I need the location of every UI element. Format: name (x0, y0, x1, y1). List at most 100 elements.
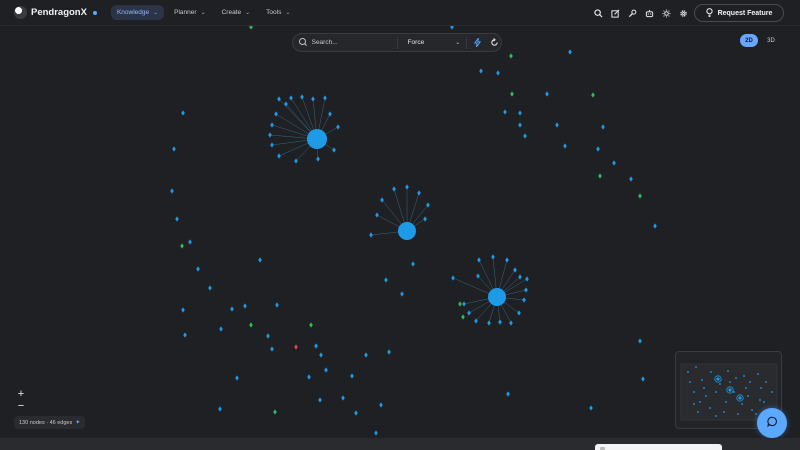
request-feature-button[interactable]: Request Feature (694, 4, 784, 22)
graph-node[interactable] (249, 26, 253, 30)
graph-node[interactable] (451, 275, 455, 281)
graph-node[interactable] (392, 186, 396, 192)
graph-node[interactable] (364, 352, 368, 358)
graph-node[interactable] (379, 402, 383, 408)
robot-icon[interactable] (642, 6, 656, 20)
graph-node[interactable] (461, 314, 465, 320)
graph-node[interactable] (423, 216, 427, 222)
graph-node[interactable] (517, 310, 521, 316)
graph-node[interactable] (598, 173, 602, 179)
graph-node[interactable] (374, 430, 378, 436)
graph-node[interactable] (336, 124, 340, 130)
graph-node[interactable] (405, 184, 409, 190)
graph-node[interactable] (563, 143, 567, 149)
graph-node[interactable] (284, 101, 288, 107)
graph-node[interactable] (341, 395, 345, 401)
graph-node[interactable] (509, 320, 513, 326)
lightning-icon[interactable] (471, 36, 484, 50)
graph-node[interactable] (300, 94, 304, 100)
graph-node[interactable] (525, 276, 529, 282)
nav-item-planner[interactable]: Planner ⌄ (168, 5, 211, 20)
zoom-out-button[interactable]: − (14, 400, 28, 412)
view-3d-button[interactable]: 3D (762, 34, 780, 47)
graph-node[interactable] (653, 223, 657, 229)
graph-hub-node[interactable] (398, 222, 416, 240)
graph-node[interactable] (311, 96, 315, 102)
brand[interactable]: PendragonX (14, 6, 97, 19)
graph-node[interactable] (332, 147, 336, 153)
graph-node[interactable] (277, 96, 281, 102)
graph-node[interactable] (294, 158, 298, 164)
graph-node[interactable] (509, 53, 513, 59)
graph-node[interactable] (479, 68, 483, 74)
graph-node[interactable] (518, 110, 522, 116)
graph-node[interactable] (491, 254, 495, 260)
graph-node[interactable] (316, 156, 320, 162)
graph-node[interactable] (591, 92, 595, 98)
graph-node[interactable] (400, 291, 404, 297)
graph-node[interactable] (496, 70, 500, 76)
graph-node[interactable] (196, 266, 200, 272)
graph-node[interactable] (219, 326, 223, 332)
graph-node[interactable] (243, 303, 247, 309)
graph-node[interactable] (375, 212, 379, 218)
graph-node[interactable] (518, 122, 522, 128)
graph-node[interactable] (319, 352, 323, 358)
graph-node[interactable] (172, 146, 176, 152)
graph-node[interactable] (309, 322, 313, 328)
graph-node[interactable] (518, 274, 522, 280)
graph-node[interactable] (477, 257, 481, 263)
graph-node[interactable] (277, 153, 281, 159)
graph-node[interactable] (568, 49, 572, 55)
nav-item-knowledge[interactable]: Knowledge ⌄ (110, 5, 165, 20)
refresh-icon[interactable] (488, 36, 501, 50)
graph-node[interactable] (503, 109, 507, 115)
graph-node[interactable] (208, 285, 212, 291)
graph-node[interactable] (235, 375, 239, 381)
zoom-in-button[interactable]: + (14, 388, 28, 400)
graph-node[interactable] (601, 124, 605, 130)
graph-node[interactable] (180, 243, 184, 249)
graph-node[interactable] (268, 132, 272, 138)
nav-item-tools[interactable]: Tools ⌄ (260, 5, 296, 20)
graph-node[interactable] (230, 306, 234, 312)
graph-node[interactable] (524, 287, 528, 293)
graph-node[interactable] (462, 301, 466, 307)
graph-node[interactable] (523, 133, 527, 139)
graph-node[interactable] (555, 122, 559, 128)
graph-node[interactable] (545, 91, 549, 97)
graph-node[interactable] (417, 190, 421, 196)
graph-node[interactable] (467, 310, 471, 316)
graph-node[interactable] (270, 346, 274, 352)
graph-node[interactable] (318, 397, 322, 403)
graph-node[interactable] (183, 332, 187, 338)
graph-node[interactable] (510, 91, 514, 97)
gear-icon[interactable] (676, 6, 690, 20)
graph-node[interactable] (175, 216, 179, 222)
graph-node[interactable] (324, 367, 328, 373)
view-2d-button[interactable]: 2D (740, 34, 758, 47)
graph-node[interactable] (596, 146, 600, 152)
wrench-icon[interactable] (625, 6, 639, 20)
graph-node[interactable] (188, 239, 192, 245)
graph-node[interactable] (498, 319, 502, 325)
graph-node[interactable] (411, 261, 415, 267)
graph-node[interactable] (170, 188, 174, 194)
graph-node[interactable] (274, 111, 278, 117)
graph-node[interactable] (487, 320, 491, 326)
graph-node[interactable] (181, 307, 185, 313)
nav-item-create[interactable]: Create ⌄ (216, 5, 257, 20)
sun-icon[interactable] (659, 6, 673, 20)
graph-node[interactable] (270, 142, 274, 148)
graph-node[interactable] (638, 338, 642, 344)
graph-node[interactable] (266, 333, 270, 339)
graph-node[interactable] (506, 391, 510, 397)
graph-node[interactable] (387, 349, 391, 355)
graph-node[interactable] (270, 122, 274, 128)
graph-node[interactable] (384, 277, 388, 283)
graph-node[interactable] (522, 297, 526, 303)
graph-hub-node[interactable] (488, 288, 506, 306)
graph-node[interactable] (273, 409, 277, 415)
graph-node[interactable] (638, 193, 642, 199)
graph-node[interactable] (323, 95, 327, 101)
